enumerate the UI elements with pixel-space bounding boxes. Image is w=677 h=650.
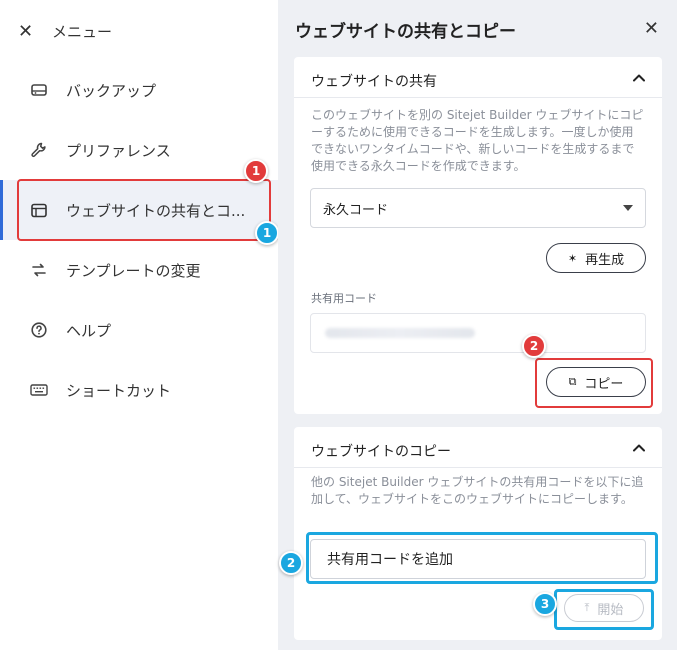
copy-description: 他の Sitejet Builder ウェブサイトの共有用コードを以下に追加して… <box>311 475 644 506</box>
regenerate-label: 再生成 <box>585 252 625 268</box>
side-menu: ✕ メニュー バックアップ プリファレンス ウェブサイトの共有とコ... テンプ… <box>0 0 279 650</box>
step-badge: 2 <box>522 334 546 358</box>
swap-icon <box>30 261 48 279</box>
menu-item-preferences[interactable]: プリファレンス <box>0 120 278 180</box>
menu-item-label: ショートカット <box>66 381 172 400</box>
menu-title: メニュー <box>52 22 113 41</box>
divider <box>294 467 662 468</box>
wrench-icon <box>30 141 48 159</box>
share-copy-panel: ウェブサイトの共有とコピー ✕ ウェブサイトの共有 このウェブサイトを別の Si… <box>278 0 677 650</box>
menu-item-shortcuts[interactable]: ショートカット <box>0 360 278 420</box>
copy-heading: ウェブサイトのコピー <box>311 444 451 460</box>
select-value: 永久コード <box>323 202 389 218</box>
share-heading: ウェブサイトの共有 <box>311 74 437 90</box>
step-badge: 1 <box>255 221 279 245</box>
divider <box>294 97 662 98</box>
share-code-field[interactable] <box>310 313 646 353</box>
share-description: このウェブサイトを別の Sitejet Builder ウェブサイトにコピーする… <box>311 108 644 173</box>
highlight-box-menu <box>17 179 271 241</box>
close-icon[interactable]: ✕ <box>18 21 38 42</box>
menu-item-label: プリファレンス <box>66 141 171 160</box>
chevron-up-icon[interactable] <box>630 439 648 457</box>
magic-wand-icon: ✶ <box>567 251 578 265</box>
panel-title: ウェブサイトの共有とコピー <box>295 22 516 42</box>
drive-icon <box>30 81 48 99</box>
menu-item-help[interactable]: ヘルプ <box>0 300 278 360</box>
menu-item-change-template[interactable]: テンプレートの変更 <box>0 240 278 300</box>
chevron-up-icon[interactable] <box>630 69 648 87</box>
step-badge: 1 <box>244 159 268 183</box>
step-badge: 3 <box>533 592 557 616</box>
close-icon[interactable]: ✕ <box>644 18 659 39</box>
code-type-select[interactable]: 永久コード <box>310 188 646 228</box>
menu-item-backup[interactable]: バックアップ <box>0 60 278 120</box>
menu-item-label: ヘルプ <box>66 321 112 340</box>
keyboard-icon <box>30 381 48 399</box>
highlight-box-start <box>554 589 654 630</box>
menu-item-label: バックアップ <box>66 81 157 100</box>
caret-down-icon <box>623 205 633 211</box>
regenerate-button[interactable]: ✶ 再生成 <box>546 243 646 273</box>
menu-header: ✕ メニュー <box>18 18 112 44</box>
step-badge: 2 <box>279 551 303 575</box>
highlight-box-input <box>306 532 658 584</box>
highlight-box-copy <box>535 358 653 408</box>
help-icon <box>30 321 48 339</box>
share-code-label: 共有用コード <box>311 292 377 305</box>
menu-item-label: テンプレートの変更 <box>66 261 201 280</box>
blurred-code <box>325 328 475 338</box>
